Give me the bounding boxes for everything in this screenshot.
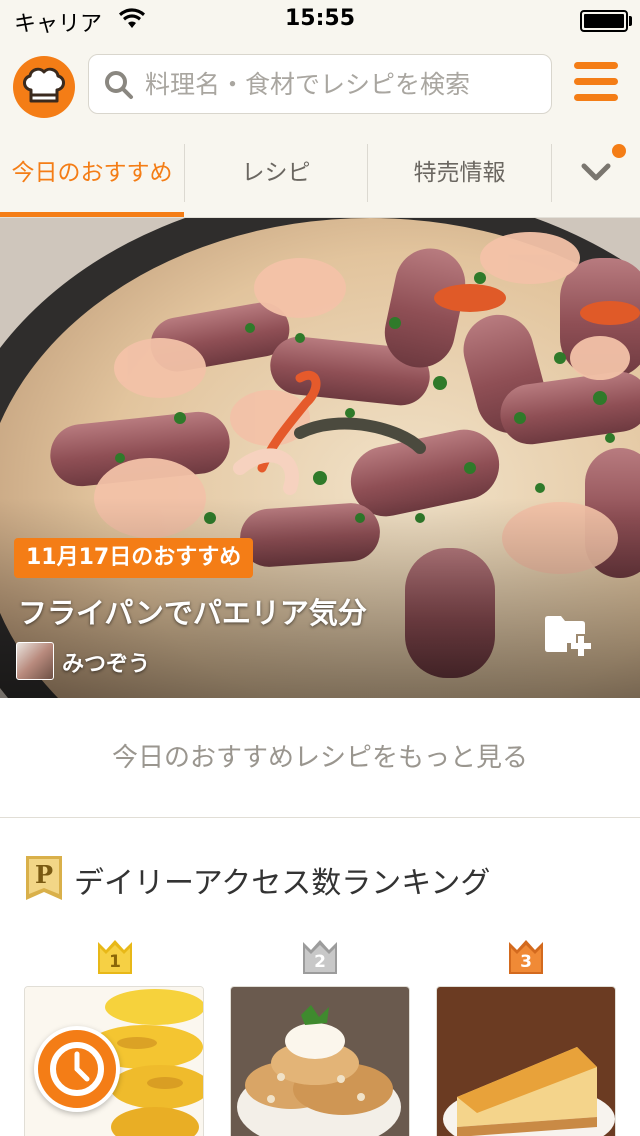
ranking-card-2[interactable]: [230, 986, 410, 1136]
crown-bronze-icon: 3: [507, 938, 545, 976]
folder-plus-icon[interactable]: [544, 614, 594, 656]
notification-dot: [612, 144, 626, 158]
crown-silver-icon: 2: [301, 938, 339, 976]
active-tab-indicator: [0, 212, 184, 217]
author-avatar[interactable]: [16, 642, 54, 680]
tab-sales[interactable]: 特売情報: [368, 144, 551, 202]
ranking-title: デイリーアクセス数ランキング: [74, 866, 491, 901]
recipe-image-pancakes: [231, 987, 409, 1136]
status-bar: キャリア 15:55: [0, 0, 640, 40]
battery-tip: [629, 16, 632, 26]
tab-recipes[interactable]: レシピ: [185, 144, 367, 202]
rank-number: 1: [109, 952, 121, 972]
search-input[interactable]: [145, 63, 541, 105]
chef-hat-icon[interactable]: [13, 56, 75, 118]
chevron-down-icon: [581, 163, 611, 181]
more-recommendations-link[interactable]: 今日のおすすめレシピをもっと見る: [0, 698, 640, 818]
tab-recommended[interactable]: 今日のおすすめ: [0, 144, 184, 202]
search-box[interactable]: [88, 54, 552, 114]
hamburger-menu-icon[interactable]: [574, 60, 618, 104]
status-time: 15:55: [284, 6, 356, 31]
clock-icon[interactable]: [34, 1026, 120, 1112]
date-badge: 11月17日のおすすめ: [14, 538, 254, 578]
rank-number: 2: [314, 952, 326, 972]
featured-recipe-title[interactable]: フライパンでパエリア気分: [18, 590, 367, 632]
more-tabs-button[interactable]: [552, 128, 640, 216]
category-tabs: 今日のおすすめ レシピ 特売情報: [0, 128, 640, 218]
crown-gold-icon: 1: [96, 938, 134, 976]
battery-icon: [580, 10, 628, 32]
search-icon: [105, 71, 133, 99]
featured-recipe[interactable]: 11月17日のおすすめ フライパンでパエリア気分 みつぞう: [0, 218, 640, 698]
rank-number: 3: [520, 952, 532, 972]
app-header: [0, 40, 640, 128]
premium-p-icon: P: [26, 856, 62, 900]
ranking-card-3[interactable]: [436, 986, 616, 1136]
svg-text:P: P: [35, 860, 53, 889]
recipe-image-cheesecake: [437, 987, 615, 1136]
author-name[interactable]: みつぞう: [62, 646, 150, 678]
